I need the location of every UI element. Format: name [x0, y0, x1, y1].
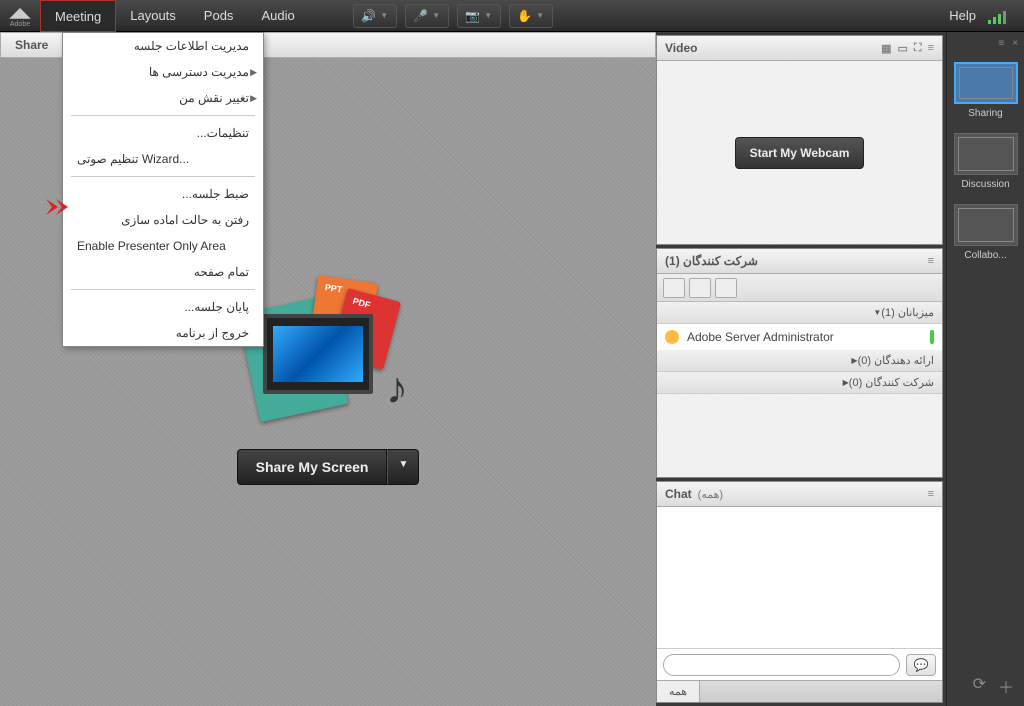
dropdown-prepare-mode[interactable]: رفتن به حالت اماده سازی — [63, 207, 263, 233]
meeting-dropdown: مدیریت اطلاعات جلسه مدیریت دسترسی ها▶ تغ… — [62, 32, 264, 347]
share-screen-dropdown[interactable]: ▼ — [387, 449, 419, 485]
layout-sharing[interactable]: Sharing — [953, 62, 1018, 119]
layout-icon[interactable]: ▭ — [897, 42, 907, 55]
menu-pods[interactable]: Pods — [190, 0, 248, 32]
dropdown-change-role[interactable]: تغییر نقش من▶ — [63, 85, 263, 111]
sidebar-menu-icon[interactable]: ≡ — [998, 38, 1004, 56]
menu-meeting[interactable]: Meeting — [40, 0, 116, 32]
pod-menu-icon[interactable]: ≡ — [928, 488, 934, 500]
separator — [71, 289, 255, 290]
status-indicator — [930, 330, 934, 344]
chevron-right-icon: ▶ — [250, 67, 257, 78]
presenters-group[interactable]: ارائه دهندگان (0)▶ — [657, 350, 942, 372]
dropdown-preferences[interactable]: تنظیمات... — [63, 120, 263, 146]
pod-menu-icon[interactable]: ≡ — [928, 255, 934, 267]
attendees-title: شرکت کنندگان — [683, 254, 758, 268]
chat-messages — [657, 507, 942, 648]
chat-header: Chat (همه) ≡ — [657, 482, 942, 507]
attendees-pod: شرکت کنندگان (1) ≡ میزبانان (1)▼ Adobe S… — [656, 248, 943, 478]
adobe-logo: ◢◣ Adobe — [0, 0, 40, 32]
chat-tab-everyone[interactable]: همه — [657, 681, 700, 702]
chat-pod: Chat (همه) ≡ 💬 همه — [656, 481, 943, 703]
fullscreen-icon[interactable]: ⛶ — [914, 42, 922, 55]
separator — [71, 115, 255, 116]
chevron-right-icon: ▶ — [250, 93, 257, 104]
share-title: Share — [1, 38, 62, 52]
layout-collaboration[interactable]: Collabo... — [953, 204, 1018, 261]
layouts-sidebar: ≡ × Sharing Discussion Collabo... ⟳ ＋ — [946, 32, 1024, 706]
refresh-icon[interactable]: ⟳ — [973, 674, 986, 698]
participants-group[interactable]: شرکت کنندگان (0)▶ — [657, 372, 942, 394]
connection-signal-icon[interactable] — [988, 8, 1012, 24]
menu-help[interactable]: Help — [937, 8, 988, 23]
chat-send-button[interactable]: 💬 — [906, 654, 936, 676]
dropdown-exit[interactable]: خروج از برنامه — [63, 320, 263, 346]
attendees-header: شرکت کنندگان (1) ≡ — [657, 249, 942, 274]
sidebar-close-icon[interactable]: × — [1012, 38, 1018, 56]
dropdown-record[interactable]: ضبط جلسه... — [63, 181, 263, 207]
chat-subtitle: (همه) — [698, 488, 723, 501]
grid-icon[interactable]: ▦ — [881, 42, 891, 55]
dropdown-manage-access[interactable]: مدیریت دسترسی ها▶ — [63, 59, 263, 85]
raise-hand-icon[interactable]: ✋▼ — [509, 4, 553, 28]
share-illustration: ♪ — [238, 279, 418, 429]
callout-arrow-icon — [46, 195, 78, 224]
dropdown-full-screen[interactable]: تمام صفحه — [63, 259, 263, 285]
separator — [71, 176, 255, 177]
attendee-toolbar — [657, 274, 942, 302]
dropdown-presenter-only[interactable]: Enable Presenter Only Area — [63, 233, 263, 259]
microphone-icon[interactable]: 🎤▼ — [405, 4, 449, 28]
attendee-row[interactable]: Adobe Server Administrator — [657, 324, 942, 350]
video-pod: Video ▦ ▭ ⛶ ≡ Start My Webcam — [656, 35, 943, 245]
menu-layouts[interactable]: Layouts — [116, 0, 190, 32]
host-icon — [665, 330, 679, 344]
top-menu-bar: ◢◣ Adobe Meeting Layouts Pods Audio 🔊▼ 🎤… — [0, 0, 1024, 32]
webcam-icon[interactable]: 📷▼ — [457, 4, 501, 28]
add-layout-icon[interactable]: ＋ — [998, 674, 1014, 698]
layout-discussion[interactable]: Discussion — [953, 133, 1018, 190]
menu-audio[interactable]: Audio — [247, 0, 308, 32]
attendee-view-list[interactable] — [663, 278, 685, 298]
pod-menu-icon[interactable]: ≡ — [928, 42, 934, 55]
share-screen-button[interactable]: Share My Screen — [237, 449, 388, 485]
video-title: Video — [665, 41, 697, 55]
video-pod-header: Video ▦ ▭ ⛶ ≡ — [657, 36, 942, 61]
speaker-icon[interactable]: 🔊▼ — [353, 4, 397, 28]
dropdown-end-meeting[interactable]: پایان جلسه... — [63, 294, 263, 320]
start-webcam-button[interactable]: Start My Webcam — [735, 137, 865, 169]
chat-title: Chat — [665, 487, 692, 501]
dropdown-manage-info[interactable]: مدیریت اطلاعات جلسه — [63, 33, 263, 59]
attendee-view-status[interactable] — [689, 278, 711, 298]
attendee-view-breakout[interactable] — [715, 278, 737, 298]
chat-input[interactable] — [663, 654, 900, 676]
attendees-count: (1) — [665, 254, 680, 268]
dropdown-audio-wizard[interactable]: تنظیم صوتی Wizard... — [63, 146, 263, 172]
attendee-name: Adobe Server Administrator — [687, 330, 834, 344]
hosts-group[interactable]: میزبانان (1)▼ — [657, 302, 942, 324]
